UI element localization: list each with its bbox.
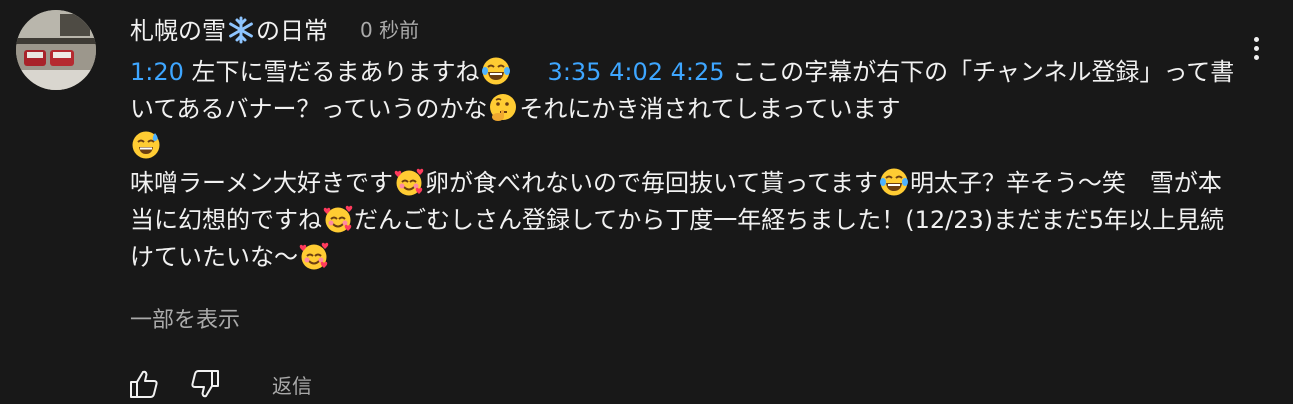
comment-segment-1: 左下に雪だるまありますね xyxy=(183,58,480,86)
thinking-emoji xyxy=(488,93,518,123)
timestamp-link-4[interactable]: 4:25 xyxy=(671,58,725,86)
comment-text: 1:20 左下に雪だるまありますね 3:35 4:02 4:25 ここの字幕が右下… xyxy=(130,54,1240,276)
smiling-hearts-emoji xyxy=(394,167,424,197)
timestamp-link-3[interactable]: 4:02 xyxy=(609,58,663,86)
comment-segment-4: 味噌ラーメン大好きです xyxy=(130,169,394,197)
joy-emoji xyxy=(879,167,909,197)
comment-author[interactable]: 札幌の雪 の日常 xyxy=(130,11,328,46)
timestamp-link-1[interactable]: 1:20 xyxy=(130,58,184,86)
timestamp-link-2[interactable]: 3:35 xyxy=(512,58,602,86)
smiling-hearts-emoji xyxy=(299,241,329,271)
comment-actions: 返信 xyxy=(128,366,312,402)
reply-button[interactable]: 返信 xyxy=(272,370,312,399)
like-icon[interactable] xyxy=(128,366,168,402)
author-name-end: の日常 xyxy=(256,16,328,45)
channel-avatar[interactable] xyxy=(16,10,96,90)
snowflake-emoji xyxy=(227,16,255,44)
kebab-menu-icon[interactable] xyxy=(1240,28,1272,68)
smiling-hearts-emoji xyxy=(323,204,353,234)
comment-timestamp: 0 秒前 xyxy=(360,17,420,42)
sweat-smile-emoji xyxy=(131,130,161,160)
joy-emoji xyxy=(481,56,511,86)
author-name-start: 札幌の雪 xyxy=(130,16,226,45)
comment-segment-5: 卵が食べれないので毎回抜いて貰ってます xyxy=(425,169,878,197)
dislike-icon[interactable] xyxy=(189,366,229,402)
show-more-button[interactable]: 一部を表示 xyxy=(130,302,240,334)
comment-segment-3: それにかき消されてしまっています xyxy=(519,95,901,123)
